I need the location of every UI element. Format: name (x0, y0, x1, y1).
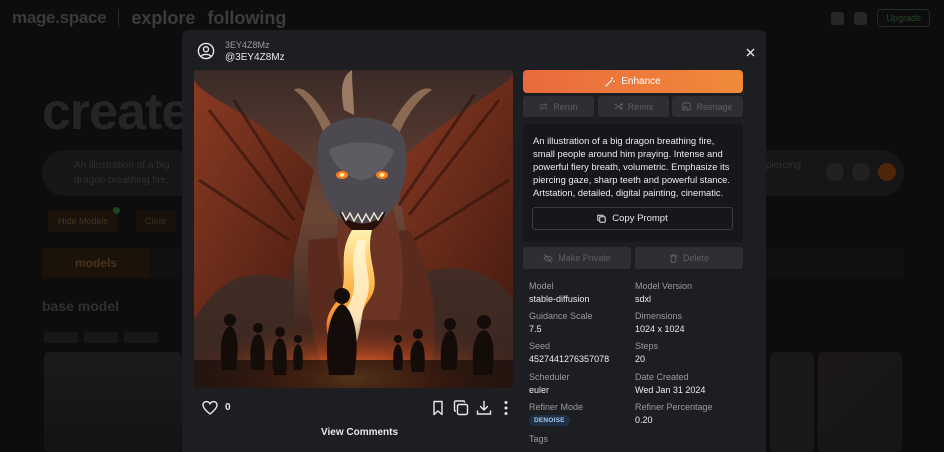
heart-icon[interactable] (202, 400, 218, 416)
eye-off-icon (543, 253, 553, 263)
meta-value: 1024 x 1024 (635, 324, 685, 334)
prompt-input-text: An illustration of a big dragon breathin… (74, 160, 170, 186)
meta-model: Model stable-diffusion (529, 281, 589, 304)
image-icon (682, 102, 692, 111)
meta-dimensions: Dimensions 1024 x 1024 (635, 311, 685, 334)
upgrade-button[interactable]: Upgrade (877, 9, 930, 27)
meta-tags: Tags (529, 434, 548, 444)
generate-icon[interactable] (878, 163, 896, 181)
meta-seed: Seed 4527441276357078 (529, 341, 609, 364)
enhance-label: Enhance (621, 76, 661, 87)
remix-label: Remix (627, 101, 654, 112)
copy-prompt-button[interactable]: Copy Prompt (532, 207, 733, 230)
meta-label: Tags (529, 434, 549, 444)
tab-models[interactable]: models (42, 248, 150, 278)
meta-guidance-scale: Guidance Scale 7.5 (529, 311, 593, 334)
more-options-icon[interactable] (498, 400, 514, 416)
meta-refiner-percentage: Refiner Percentage 0.20 (635, 402, 713, 425)
user-avatar-icon[interactable] (197, 42, 215, 60)
download-icon[interactable] (476, 400, 492, 416)
image-detail-modal: 3EY4Z8Mz @3EY4Z8Mz 0 View Comments Enhan… (182, 30, 766, 452)
image-icon[interactable] (852, 163, 870, 181)
prompt-panel: An illustration of a big dragon breathin… (523, 124, 743, 242)
refiner-mode-badge: DENOISE (529, 415, 570, 426)
meta-label: Refiner Mode (529, 402, 584, 412)
close-button[interactable] (742, 44, 758, 60)
meta-date-created: Date Created Wed Jan 31 2024 (635, 372, 705, 395)
meta-label: Refiner Percentage (635, 402, 713, 412)
meta-value: euler (529, 385, 550, 395)
meta-label: Guidance Scale (529, 311, 593, 321)
brand-logo[interactable]: mage.space (12, 8, 107, 28)
meta-label: Model (529, 281, 554, 291)
like-count: 0 (225, 402, 231, 413)
delete-label: Delete (682, 253, 709, 263)
settings-icon[interactable] (826, 163, 844, 181)
meta-label: Model Version (635, 281, 693, 291)
rerun-icon (539, 103, 548, 110)
meta-value: Wed Jan 31 2024 (635, 385, 706, 395)
rerun-button[interactable]: Rerun (523, 96, 594, 117)
reimage-button[interactable]: Reimage (672, 96, 743, 117)
meta-label: Date Created (635, 372, 689, 382)
magic-wand-icon (605, 77, 615, 87)
close-icon (746, 48, 754, 56)
meta-value: 7.5 (529, 324, 542, 334)
model-tags (44, 332, 158, 343)
user-handle[interactable]: @3EY4Z8Mz (225, 52, 285, 63)
username[interactable]: 3EY4Z8Mz (225, 40, 270, 50)
meta-value: 0.20 (635, 415, 653, 425)
image-action-row: 0 (202, 400, 513, 416)
make-private-button[interactable]: Make Private (523, 247, 631, 269)
clear-chip[interactable]: Clear (136, 210, 176, 232)
hide-models-label: Hide Models (58, 216, 109, 226)
generated-image[interactable] (194, 70, 513, 388)
meta-label: Scheduler (529, 372, 570, 382)
meta-label: Dimensions (635, 311, 683, 321)
prompt-actions (826, 163, 896, 181)
reimage-label: Reimage (696, 101, 733, 112)
meta-refiner-mode: Refiner Mode DENOISE (529, 402, 583, 426)
trash-icon (669, 254, 677, 263)
make-private-label: Make Private (558, 253, 611, 263)
nav-following[interactable]: following (207, 8, 286, 29)
copy-icon[interactable] (453, 400, 469, 416)
nav-divider (118, 9, 120, 27)
meta-value: sdxl (635, 294, 652, 304)
meta-label: Seed (529, 341, 551, 351)
page-heading: create (42, 83, 190, 141)
message-icon[interactable] (854, 11, 868, 25)
model-thumbnail[interactable] (44, 352, 182, 452)
meta-value: stable-diffusion (529, 294, 590, 304)
shuffle-icon (614, 103, 623, 110)
meta-label: Steps (635, 341, 659, 351)
rerun-label: Rerun (553, 101, 578, 112)
enhance-button[interactable]: Enhance (523, 70, 743, 93)
bookmark-icon[interactable] (430, 400, 446, 416)
meta-model-version: Model Version sdxl (635, 281, 692, 304)
model-thumbnail[interactable] (818, 352, 902, 452)
prompt-input-text-right: piercing (766, 160, 802, 171)
copy-icon (597, 214, 606, 223)
meta-steps: Steps 20 (635, 341, 658, 364)
delete-button[interactable]: Delete (635, 247, 743, 269)
model-thumbnail[interactable] (770, 352, 814, 452)
tag-chip[interactable] (124, 332, 158, 343)
meta-scheduler: Scheduler euler (529, 372, 570, 395)
tag-chip[interactable] (84, 332, 118, 343)
meta-value: 20 (635, 354, 646, 364)
copy-prompt-label: Copy Prompt (612, 213, 668, 224)
view-comments-link[interactable]: View Comments (321, 427, 398, 438)
status-dot (113, 207, 121, 214)
meta-value[interactable]: 4527441276357078 (529, 354, 609, 364)
hide-models-chip[interactable]: Hide Models (48, 207, 121, 232)
bell-icon[interactable] (831, 11, 845, 25)
prompt-text: An illustration of a big dragon breathin… (533, 135, 730, 199)
remix-button[interactable]: Remix (598, 96, 669, 117)
section-title: base model (42, 298, 120, 314)
tag-chip[interactable] (44, 332, 78, 343)
nav-explore[interactable]: explore (131, 8, 195, 29)
dragon-illustration (194, 70, 513, 388)
nav-right: Upgrade (831, 9, 930, 27)
